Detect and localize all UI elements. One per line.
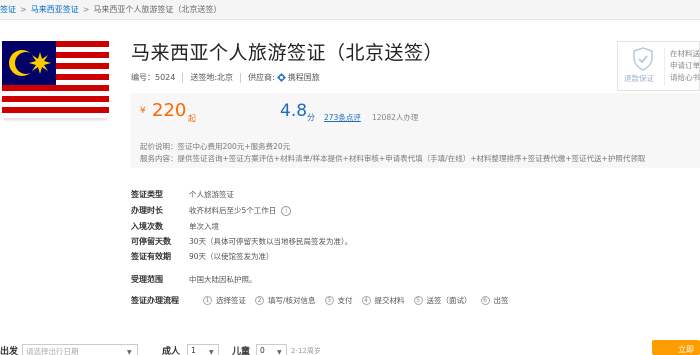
guarantee-text: 在材料送 申请订单 请给心书 bbox=[670, 48, 700, 84]
process-step: 4 提交材料 bbox=[361, 295, 405, 306]
step-number: 2 bbox=[255, 296, 264, 305]
product-location: 送签地:北京 bbox=[190, 73, 234, 82]
departure-label: 出发 bbox=[0, 347, 19, 355]
price-unit: 起 bbox=[188, 114, 196, 123]
rating-unit: 分 bbox=[307, 113, 315, 122]
process-step: 5 送签（面试） bbox=[413, 295, 472, 306]
currency-symbol: ¥ bbox=[140, 106, 146, 116]
step-label: 填写/核对信息 bbox=[268, 296, 316, 305]
detail-value: 30天（具体可停留天数以当地移民局签发为准）。 bbox=[189, 237, 353, 246]
rating-score: 4.8 bbox=[280, 101, 308, 121]
detail-key: 可停留天数 bbox=[131, 237, 171, 246]
guarantee-line: 在材料送 bbox=[670, 49, 700, 58]
service-note: 服务内容：提供签证咨询+签证方案评估+材料清单/样本提供+材料审核+申请表代填（… bbox=[140, 154, 646, 163]
supplier-logo-icon bbox=[276, 73, 286, 82]
detail-value: 个人旅游签证 bbox=[189, 190, 234, 199]
visa-process: 签证办理流程 1 选择签证 2 填写/核对信息 3 支付 4 提交材料 5 送签（面试） … bbox=[131, 295, 518, 306]
process-label: 签证办理流程 bbox=[131, 296, 179, 305]
step-number: 5 bbox=[413, 296, 423, 305]
detail-value: 单次入境 bbox=[189, 222, 219, 231]
step-label: 出签 bbox=[493, 296, 509, 305]
process-step: 1 选择签证 bbox=[203, 295, 246, 306]
guarantee-line: 申请订单 bbox=[670, 61, 700, 70]
price-note: 起价说明：签证中心费用200元+服务费20元 bbox=[140, 142, 291, 151]
refund-guarantee-box: 退款保证 在材料送 申请订单 请给心书 bbox=[617, 41, 700, 91]
shield-check-icon bbox=[632, 47, 654, 71]
detail-value: 中国大陆因私护照。 bbox=[189, 275, 257, 284]
breadcrumb: 签证 > 马来西亚签证 > 马来西亚个人旅游签证（北京送签） bbox=[0, 0, 700, 20]
detail-key: 受理范围 bbox=[131, 275, 163, 284]
adult-count-select[interactable]: 1 bbox=[187, 344, 219, 355]
price-value: 220 bbox=[152, 100, 187, 121]
guarantee-label: 退款保证 bbox=[624, 74, 654, 83]
step-label: 提交材料 bbox=[374, 296, 405, 305]
detail-row-validity: 签证有效期 90天（以使馆签发为准） bbox=[131, 251, 274, 262]
price-panel: ¥ 220 起 4.8 分 273条点评 12082人办理 起价说明：签证中心费… bbox=[131, 93, 700, 168]
child-label: 儿童 bbox=[232, 347, 251, 355]
detail-key: 签证有效期 bbox=[131, 252, 171, 261]
process-step: 3 支付 bbox=[324, 295, 353, 306]
process-step: 6 出签 bbox=[480, 295, 509, 306]
breadcrumb-separator: > bbox=[82, 5, 90, 14]
child-count-select[interactable]: 0 bbox=[256, 344, 287, 355]
departure-date-input[interactable]: 请选择出行日期 bbox=[22, 344, 138, 355]
guarantee-line: 请给心书 bbox=[670, 73, 700, 82]
reviews-link[interactable]: 273条点评 bbox=[324, 112, 361, 123]
booking-bar: 出发 请选择出行日期 ▼ 成人 1 ▼ 儿童 0 ▼ 2-12周岁 bbox=[0, 340, 700, 355]
breadcrumb-malaysia-link[interactable]: 马来西亚签证 bbox=[31, 4, 79, 15]
breadcrumb-visa-link[interactable]: 签证 bbox=[0, 4, 16, 15]
detail-key: 办理时长 bbox=[131, 206, 163, 215]
meta-divider bbox=[240, 72, 242, 83]
detail-value-text: 收齐材料后至少5个工作日 bbox=[189, 206, 277, 215]
detail-row-duration: 办理时长 收齐材料后至少5个工作日 i bbox=[131, 205, 292, 216]
detail-row-entries: 入境次数 单次入境 bbox=[131, 221, 219, 232]
detail-key: 签证类型 bbox=[131, 190, 163, 199]
detail-row-stay: 可停留天数 30天（具体可停留天数以当地移民局签发为准）。 bbox=[131, 236, 352, 247]
detail-value: 收齐材料后至少5个工作日 i bbox=[189, 205, 292, 216]
adult-label: 成人 bbox=[162, 347, 181, 355]
guarantee-divider bbox=[664, 48, 665, 86]
malaysia-flag-image bbox=[2, 41, 109, 118]
step-number: 1 bbox=[203, 296, 212, 305]
process-step: 2 填写/核对信息 bbox=[255, 295, 316, 306]
process-steps: 1 选择签证 2 填写/核对信息 3 支付 4 提交材料 5 送签（面试） 6 出签 bbox=[203, 295, 518, 306]
step-label: 支付 bbox=[337, 296, 353, 305]
info-icon[interactable]: i bbox=[281, 205, 292, 216]
product-meta: 编号：5024 送签地:北京 供应商: 携程国旅 bbox=[131, 72, 320, 83]
chevron-down-icon: ▼ bbox=[277, 349, 282, 355]
step-number: 6 bbox=[480, 296, 490, 305]
detail-value: 90天（以使馆签发为准） bbox=[189, 252, 274, 261]
step-label: 送签（面试） bbox=[426, 296, 472, 305]
product-code: 编号：5024 bbox=[131, 73, 176, 82]
step-number: 3 bbox=[324, 296, 334, 305]
detail-key: 入境次数 bbox=[131, 222, 163, 231]
breadcrumb-separator: > bbox=[20, 5, 27, 14]
detail-row-visa-type: 签证类型 个人旅游签证 bbox=[131, 189, 234, 200]
book-now-button[interactable]: 立即预 bbox=[652, 340, 700, 355]
breadcrumb-current: 马来西亚个人旅游签证（北京送签） bbox=[93, 5, 222, 14]
step-label: 选择签证 bbox=[216, 296, 246, 305]
page-title: 马来西亚个人旅游签证（北京送签） bbox=[131, 42, 444, 64]
chevron-down-icon: ▼ bbox=[127, 349, 132, 355]
meta-divider bbox=[182, 72, 184, 83]
supplier-label: 供应商: bbox=[248, 73, 275, 82]
flag-shadow bbox=[4, 118, 107, 122]
chevron-down-icon: ▼ bbox=[209, 349, 214, 355]
handled-count: 12082人办理 bbox=[372, 113, 419, 122]
detail-row-scope: 受理范围 中国大陆因私护照。 bbox=[131, 274, 257, 285]
step-number: 4 bbox=[361, 296, 371, 305]
supplier-name[interactable]: 携程国旅 bbox=[288, 72, 320, 83]
child-age-note: 2-12周岁 bbox=[291, 347, 321, 355]
